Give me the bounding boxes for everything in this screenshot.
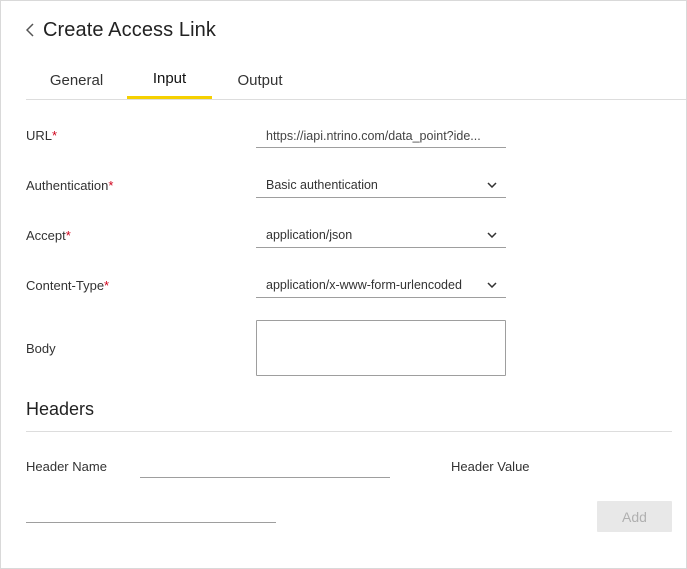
header-value-label: Header Value — [451, 459, 530, 474]
page-header: Create Access Link — [23, 17, 216, 43]
tabs-divider — [26, 99, 686, 100]
authentication-select-value: Basic authentication — [266, 178, 378, 192]
tab-input[interactable]: Input — [127, 61, 212, 99]
url-label: URL* — [26, 128, 57, 143]
authentication-select[interactable]: Basic authentication — [256, 173, 506, 198]
header-name-input[interactable] — [140, 453, 390, 478]
accept-label-text: Accept — [26, 228, 66, 243]
tab-general[interactable]: General — [26, 61, 127, 99]
content-type-select-value: application/x-www-form-urlencoded — [266, 278, 462, 292]
content-type-label: Content-Type* — [26, 278, 109, 293]
required-marker: * — [108, 178, 114, 193]
headers-divider — [26, 431, 672, 432]
chevron-down-icon — [486, 181, 498, 189]
url-label-text: URL — [26, 128, 53, 143]
add-header-button[interactable]: Add — [597, 501, 672, 532]
chevron-left-icon[interactable] — [23, 20, 37, 40]
accept-label: Accept* — [26, 228, 71, 243]
accept-select-value: application/json — [266, 228, 353, 242]
required-marker: * — [65, 228, 71, 243]
body-label: Body — [26, 341, 56, 356]
required-marker: * — [52, 128, 58, 143]
url-input[interactable]: https://iapi.ntrino.com/data_point?ide..… — [256, 124, 506, 148]
authentication-label-text: Authentication — [26, 178, 109, 193]
chevron-down-icon — [486, 281, 498, 289]
headers-section-title: Headers — [26, 399, 95, 419]
accept-select[interactable]: application/json — [256, 223, 506, 248]
required-marker: * — [104, 278, 110, 293]
tab-output[interactable]: Output — [212, 61, 308, 99]
authentication-label: Authentication* — [26, 178, 113, 193]
create-access-link-panel: Create Access Link General Input Output … — [0, 0, 687, 569]
header-name-label: Header Name — [26, 459, 107, 474]
header-value-input[interactable] — [26, 498, 276, 523]
body-textarea[interactable] — [256, 320, 506, 376]
content-type-select[interactable]: application/x-www-form-urlencoded — [256, 273, 506, 298]
chevron-down-icon — [486, 231, 498, 239]
content-type-label-text: Content-Type — [26, 278, 105, 293]
tab-bar: General Input Output — [26, 61, 308, 99]
page-title: Create Access Link — [43, 18, 216, 41]
